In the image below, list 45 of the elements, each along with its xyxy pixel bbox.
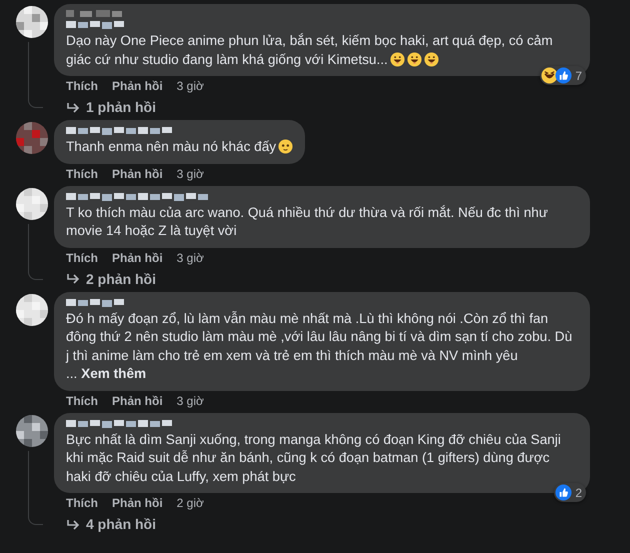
smiling-emoji-icon [278,139,294,154]
thread-line [28,42,43,108]
avatar[interactable] [16,6,48,38]
comment-action-link[interactable]: Phản hồi [112,166,163,182]
reaction-count: 2 [575,486,582,500]
laughing-emoji-icon [406,52,422,66]
reply-arrow-icon [66,102,80,114]
comment-text: Thanh enma nên màu nó khác đấy [66,138,294,156]
like-reaction-icon [555,484,572,501]
comment-action-link[interactable]: Phản hồi [112,79,163,94]
reply-arrow-icon [66,518,80,530]
laughing-reaction-icon [541,67,558,84]
view-replies-link[interactable]: 2 phản hồi [54,270,630,292]
view-replies-link[interactable]: 4 phản hồi [54,515,630,537]
avatar[interactable] [16,414,48,446]
laughing-emoji-icon [390,52,405,66]
comment-action-link[interactable]: Thích [66,394,98,408]
comment-action-link[interactable]: Phản hồi [112,394,163,408]
comment-action-link[interactable]: Phản hồi [112,496,163,511]
comment-text: T ko thích màu của arc wano. Quá nhiều thứ dư thừa và rối mắt. Nếu đc thì như movie 14 hoặc Z là tuyệt vời [66,204,549,240]
comment-action-link[interactable]: Thích [66,166,98,182]
reaction-pill[interactable]: 7 [540,66,586,85]
like-reaction-icon [555,67,572,84]
reply-arrow-icon [66,273,80,285]
comment-text: Đó h mấy đoạn zổ, lù làm vẫn màu mè nhất mà .Lù thì không nói .Còn zổ thì fan đông thứ 2 nên studio làm màu mè ,với lâu lâu nâng bi tí và dìm sạn tí cho zobu. Dù j thì anime làm cho trẻ em xem và trẻ em thì thích màu mè và NV mình yêu ... Xem thêm [66,310,574,383]
reaction-count: 7 [575,68,582,82]
thread-line [28,224,43,280]
comment-action-link[interactable]: Thích [66,250,98,266]
laughing-emoji-icon [424,52,439,66]
reaction-pill[interactable]: 2 [554,483,586,502]
timestamp[interactable]: 3 giờ [176,166,204,182]
author-badge-redaction [66,9,122,18]
comment-text: Bực nhất là dìm Sanji xuống, trong manga không có đoạn King đỡ chiêu của Sanji khi mặc Raid suit dễ như ăn bánh, cũng k có đoạn batman (1 gifters) dùng được haki đỡ chiêu của Luffy, xem phát bực [66,430,562,486]
view-replies-link[interactable]: 1 phản hồi [54,98,630,120]
comment-action-link[interactable]: Phản hồi [112,250,163,266]
avatar[interactable] [16,294,48,326]
see-more-link[interactable]: Xem thêm [81,366,146,381]
comment-text: Dạo này One Piece anime phun lửa, bắn sét, kiếm bọc haki, art quá đẹp, có cảm giác cứ như studio đang làm khá giống với Kimetsu... [66,32,554,69]
timestamp[interactable]: 3 giờ [176,250,204,266]
timestamp[interactable]: 3 giờ [176,79,204,94]
avatar[interactable] [16,188,48,220]
timestamp[interactable]: 3 giờ [176,394,204,408]
comment-action-link[interactable]: Thích [66,79,98,94]
timestamp[interactable]: 2 giờ [176,496,204,511]
comment-action-link[interactable]: Thích [66,496,98,511]
